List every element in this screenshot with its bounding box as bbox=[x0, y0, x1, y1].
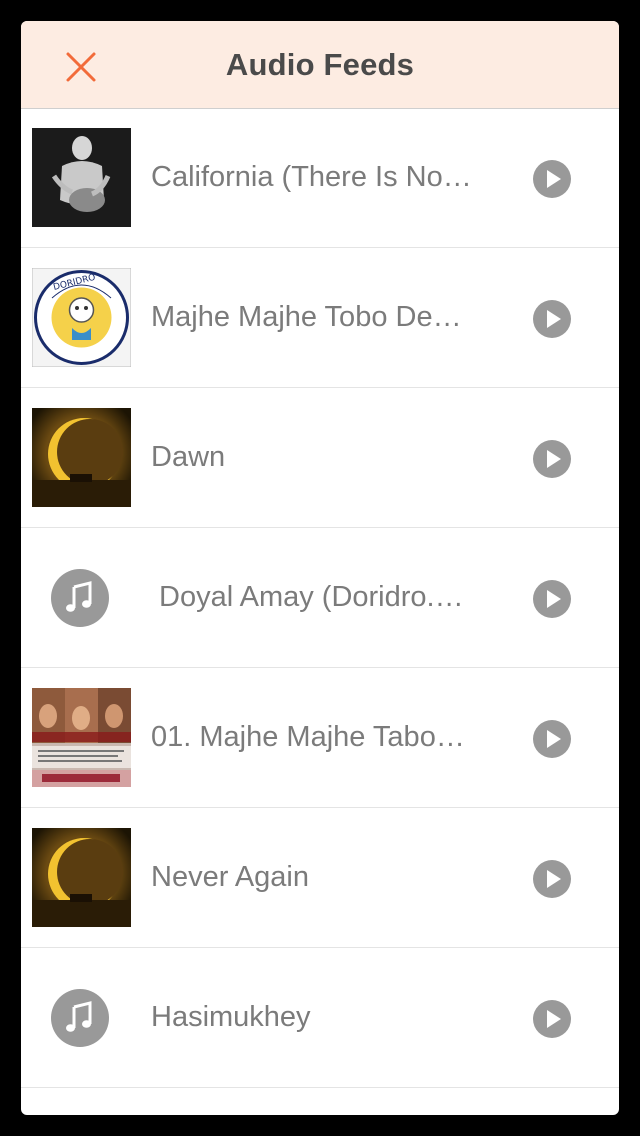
feed-row[interactable]: Dawn bbox=[21, 388, 619, 528]
feed-row[interactable]: Hasimukhey bbox=[21, 948, 619, 1088]
feed-title: California (There Is No… bbox=[151, 161, 472, 193]
music-note-icon bbox=[51, 989, 109, 1047]
music-note-icon bbox=[51, 569, 109, 627]
header-bar: Audio Feeds bbox=[21, 21, 619, 109]
play-button[interactable] bbox=[532, 579, 572, 619]
album-cover-eclipse bbox=[32, 408, 131, 507]
play-button[interactable] bbox=[532, 859, 572, 899]
feed-row[interactable]: DORIDRO Majhe Majhe Tobo De… bbox=[21, 248, 619, 388]
play-icon bbox=[533, 440, 571, 478]
doridro-logo: DORIDRO bbox=[32, 268, 131, 367]
feed-row[interactable]: California (There Is No… bbox=[21, 108, 619, 248]
close-icon bbox=[66, 52, 96, 82]
feed-title: Majhe Majhe Tobo De… bbox=[151, 301, 462, 333]
play-button[interactable] bbox=[532, 439, 572, 479]
feed-title: Never Again bbox=[151, 861, 309, 893]
play-icon bbox=[533, 720, 571, 758]
play-button[interactable] bbox=[532, 299, 572, 339]
feed-title: Dawn bbox=[151, 441, 226, 473]
play-icon bbox=[533, 300, 571, 338]
feed-title: 01. Majhe Majhe Tabo… bbox=[151, 721, 465, 753]
feed-row[interactable]: 01. Majhe Majhe Tabo… bbox=[21, 668, 619, 808]
play-icon bbox=[533, 1000, 571, 1038]
play-button[interactable] bbox=[532, 159, 572, 199]
page-title: Audio Feeds bbox=[225, 47, 415, 82]
play-button[interactable] bbox=[532, 999, 572, 1039]
album-cover-eclipse bbox=[32, 828, 131, 927]
feed-title: Hasimukhey bbox=[151, 1001, 311, 1033]
feed-list[interactable]: California (There Is No… DORIDRO Majhe M… bbox=[21, 108, 619, 1115]
audio-feeds-modal: Audio Feeds California (There Is No… DOR… bbox=[21, 21, 619, 1115]
play-icon bbox=[533, 160, 571, 198]
album-cover-faces bbox=[32, 688, 131, 787]
play-icon bbox=[533, 580, 571, 618]
feed-title: Doyal Amay (Doridro.… bbox=[159, 581, 464, 613]
close-button[interactable] bbox=[59, 45, 103, 89]
play-button[interactable] bbox=[532, 719, 572, 759]
feed-row[interactable]: Never Again bbox=[21, 808, 619, 948]
album-cover-dark-figure bbox=[32, 128, 131, 227]
feed-row[interactable]: Doyal Amay (Doridro.… bbox=[21, 528, 619, 668]
play-icon bbox=[533, 860, 571, 898]
